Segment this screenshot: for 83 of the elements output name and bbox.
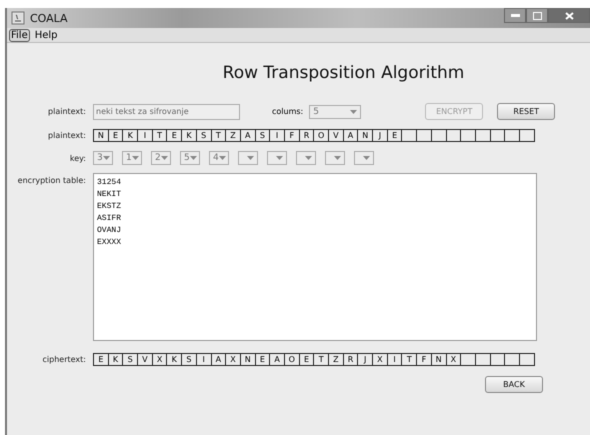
close-icon bbox=[564, 12, 574, 20]
letter-cell: K bbox=[166, 354, 182, 365]
maximize-icon bbox=[532, 12, 542, 20]
caret-icon bbox=[334, 156, 341, 160]
caret-icon bbox=[218, 156, 226, 160]
letter-cell: S bbox=[254, 130, 270, 141]
letter-cell: F bbox=[416, 354, 431, 365]
table-line: EXXXX bbox=[97, 237, 122, 249]
heading: Row Transposition Algorithm bbox=[222, 63, 466, 83]
letter-cell-text: N bbox=[96, 130, 105, 141]
letter-cell: S bbox=[196, 130, 210, 141]
caret-icon bbox=[350, 110, 358, 114]
app-icon bbox=[11, 11, 25, 25]
caret-icon bbox=[160, 156, 168, 160]
caret-icon bbox=[305, 156, 312, 160]
menu-item[interactable]: Help bbox=[32, 28, 60, 42]
table-line: ASIFR bbox=[97, 213, 122, 225]
maximize-button[interactable] bbox=[526, 8, 548, 23]
caret-icon bbox=[276, 156, 283, 160]
letter-cell: E bbox=[298, 354, 314, 365]
caret-icon bbox=[363, 156, 370, 160]
minimize-icon bbox=[510, 14, 520, 17]
letter-cell: Z bbox=[225, 130, 240, 141]
letter-cell: K bbox=[108, 354, 122, 365]
letter-cell: A bbox=[210, 354, 226, 365]
letter-cell-text: E bbox=[97, 354, 104, 365]
letter-cell: V bbox=[328, 130, 343, 141]
letter-cell: N bbox=[430, 354, 446, 365]
letter-cell: E bbox=[108, 130, 122, 141]
letter-cell: N bbox=[240, 354, 255, 365]
letter-cell: J bbox=[357, 354, 372, 365]
letter-cell: K bbox=[122, 130, 138, 141]
letter-cell: Z bbox=[328, 354, 343, 365]
letter-cell: E bbox=[254, 354, 270, 365]
caret-icon bbox=[132, 156, 139, 160]
table-line: EKSTZ bbox=[97, 201, 122, 213]
letter-cell: I bbox=[386, 354, 402, 365]
caret-icon bbox=[102, 156, 110, 160]
table-line: OVANJ bbox=[97, 225, 122, 237]
letter-cell: K bbox=[181, 130, 196, 141]
field-label: encryption table: bbox=[16, 175, 87, 185]
letter-cell: N bbox=[357, 130, 372, 141]
letter-cell: V bbox=[137, 354, 152, 365]
letter-cell: I bbox=[137, 130, 152, 141]
letter-cell: I bbox=[269, 130, 284, 141]
letter-cell: J bbox=[372, 130, 387, 141]
letter-cell: T bbox=[210, 130, 226, 141]
letter-cell: O bbox=[284, 354, 299, 365]
caret-icon bbox=[190, 156, 197, 160]
field-label: plaintext: bbox=[47, 107, 87, 116]
letter-cell: I bbox=[196, 354, 210, 365]
field-label: colums: bbox=[272, 107, 304, 116]
letter-cell: E bbox=[386, 130, 402, 141]
field-label: plaintext: bbox=[47, 131, 87, 140]
table-line: NEKIT bbox=[97, 189, 122, 201]
encryption-table-area[interactable]: 31254 NEKIT EKSTZ ASIFR OVANJ EXXXX bbox=[93, 173, 537, 341]
letter-cell: R bbox=[298, 130, 314, 141]
letter-cell: X bbox=[152, 354, 166, 365]
letter-cell: S bbox=[122, 354, 138, 365]
letter-cell: A bbox=[269, 354, 284, 365]
letter-cell: T bbox=[313, 354, 328, 365]
window-title: COALA bbox=[30, 12, 68, 24]
close-button[interactable] bbox=[548, 8, 590, 23]
letter-cell: X bbox=[225, 354, 240, 365]
caret-icon bbox=[247, 156, 254, 160]
action-button[interactable]: RESET bbox=[497, 103, 556, 120]
letter-cell: R bbox=[342, 354, 358, 365]
letter-cell: A bbox=[342, 130, 358, 141]
back-button[interactable]: BACK bbox=[485, 376, 543, 393]
letter-cell: E bbox=[166, 130, 182, 141]
minimize-button[interactable] bbox=[504, 8, 526, 23]
letter-cell: O bbox=[313, 130, 328, 141]
letter-cell: A bbox=[240, 130, 255, 141]
letter-cell: T bbox=[152, 130, 166, 141]
letter-cell: S bbox=[181, 354, 196, 365]
field-label: ciphertext: bbox=[42, 355, 87, 364]
menu-item[interactable]: File bbox=[9, 28, 30, 42]
letter-cell: F bbox=[284, 130, 299, 141]
letter-cell: T bbox=[401, 354, 416, 365]
field-label: key: bbox=[68, 154, 87, 162]
letter-cell: X bbox=[446, 354, 460, 365]
letter-cell: X bbox=[372, 354, 387, 365]
table-line: 31254 bbox=[97, 177, 122, 189]
